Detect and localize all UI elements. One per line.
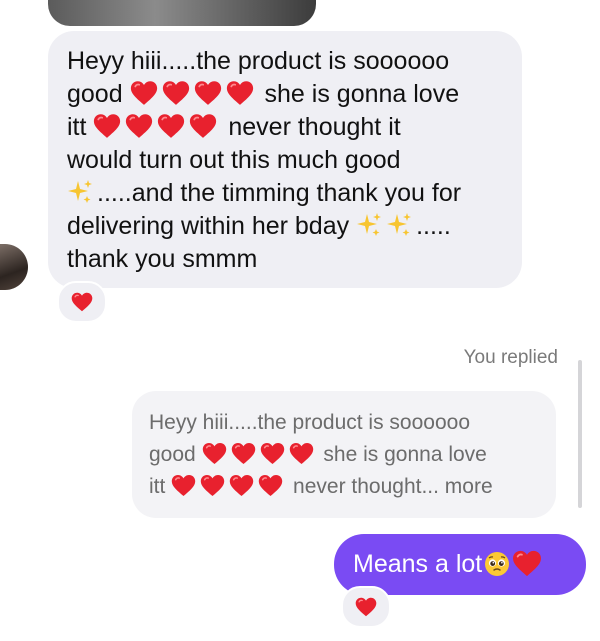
- outgoing-text-segment: Means a lot: [353, 550, 483, 578]
- sparkles-icon: [386, 212, 412, 238]
- red-heart-icon: [189, 113, 217, 139]
- pleading-face-icon: [484, 551, 510, 577]
- message-line: would turn out this much good: [67, 144, 517, 177]
- quote-text-segment: itt: [149, 475, 166, 498]
- red-heart-icon: [125, 113, 153, 139]
- message-line: delivering within her bday .....: [67, 210, 517, 243]
- message-text-segment: would turn out this much good: [67, 146, 401, 174]
- reply-status-label: You replied: [463, 347, 558, 368]
- incoming-message-text: Heyy hiii.....the product is soooooo goo…: [67, 45, 517, 276]
- message-text-segment: .....and the timming thank you for: [97, 179, 462, 207]
- red-heart-icon: [93, 113, 121, 139]
- message-text-segment: thank you smmm: [67, 245, 258, 273]
- reply-indicator-bar: [578, 360, 582, 508]
- red-heart-icon: [202, 442, 227, 465]
- red-heart-icon: [226, 80, 254, 106]
- red-heart-icon: [231, 442, 256, 465]
- red-heart-icon: [258, 474, 283, 497]
- red-heart-icon: [157, 113, 185, 139]
- message-text-segment: Heyy hiii.....the product is soooooo: [67, 47, 450, 75]
- red-heart-icon: [260, 442, 285, 465]
- red-heart-icon: [289, 442, 314, 465]
- shared-photo-preview[interactable]: [48, 0, 316, 26]
- message-line: itt never thought it: [67, 111, 517, 144]
- message-reaction-badge[interactable]: [341, 586, 391, 628]
- sender-avatar[interactable]: [0, 244, 28, 290]
- message-text-segment: good: [67, 80, 123, 108]
- message-text-segment: she is gonna love: [264, 80, 460, 108]
- message-line: .....and the timming thank you for: [67, 177, 517, 210]
- message-text-segment: never thought it: [228, 113, 401, 141]
- outgoing-message-text: Means a lot: [353, 548, 542, 581]
- red-heart-icon: [130, 80, 158, 106]
- red-heart-icon: [162, 80, 190, 106]
- red-heart-icon: [171, 474, 196, 497]
- message-text-segment: itt: [67, 113, 87, 141]
- quote-line: itt never thought... more: [149, 471, 559, 503]
- sparkles-icon: [67, 179, 93, 205]
- quote-text-segment: she is gonna love: [323, 443, 487, 466]
- message-line: thank you smmm: [67, 243, 517, 276]
- quoted-message-text: Heyy hiii.....the product is soooooo goo…: [149, 407, 559, 503]
- red-heart-icon: [200, 474, 225, 497]
- red-heart-icon: [194, 80, 222, 106]
- red-heart-icon: [512, 550, 542, 577]
- quote-line: Heyy hiii.....the product is soooooo: [149, 407, 559, 439]
- quote-text-segment: Heyy hiii.....the product is soooooo: [149, 411, 471, 434]
- message-text-segment: .....: [416, 212, 451, 240]
- message-line: good she is gonna love: [67, 78, 517, 111]
- red-heart-icon: [71, 292, 93, 312]
- message-reaction-badge[interactable]: [57, 281, 107, 323]
- red-heart-icon: [355, 597, 377, 617]
- red-heart-icon: [229, 474, 254, 497]
- message-text-segment: delivering within her bday: [67, 212, 350, 240]
- sparkles-icon: [356, 212, 382, 238]
- message-line: Heyy hiii.....the product is soooooo: [67, 45, 517, 78]
- quote-text-segment: good: [149, 443, 196, 466]
- quote-line: good she is gonna love: [149, 439, 559, 471]
- quote-text-segment: never thought... more: [293, 475, 493, 498]
